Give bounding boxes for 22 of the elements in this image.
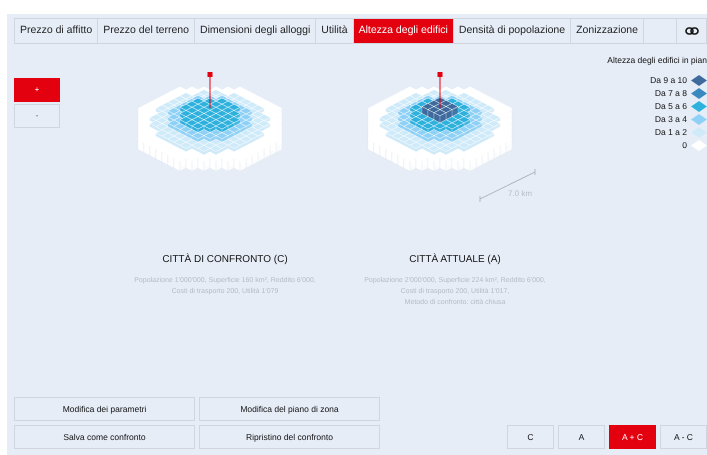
legend-label: 0 xyxy=(682,138,687,152)
view-button[interactable]: C xyxy=(507,425,554,449)
scale-bar xyxy=(480,168,536,202)
legend-label: Da 3 a 4 xyxy=(654,112,687,126)
tab[interactable]: Altezza degli edifici xyxy=(354,19,454,43)
action-button[interactable]: Modifica dei parametri xyxy=(14,397,195,421)
city-title: CITTÀ ATTUALE (A) xyxy=(409,252,501,267)
action-button[interactable]: Salva come confronto xyxy=(14,425,195,449)
legend-label: Da 5 a 6 xyxy=(654,100,687,113)
view-button[interactable]: A xyxy=(558,425,605,449)
zoom-in-button[interactable]: + xyxy=(14,78,60,102)
legend-title: Altezza degli edifici in pian xyxy=(607,54,707,67)
city-title: CITTÀ DI CONFRONTO (C) xyxy=(162,252,288,267)
view-button[interactable]: A + C xyxy=(609,425,656,449)
link-icon xyxy=(684,27,698,35)
legend-label: Da 7 a 8 xyxy=(654,86,687,100)
action-button[interactable]: Ripristino del confronto xyxy=(199,425,380,449)
zoom-out-button[interactable]: - xyxy=(14,104,60,128)
legend-label: Da 1 a 2 xyxy=(654,126,687,139)
view-button[interactable]: A - C xyxy=(660,425,707,449)
action-button[interactable]: Modifica del piano di zona xyxy=(199,397,380,421)
legend-label: Da 9 a 10 xyxy=(650,74,687,87)
